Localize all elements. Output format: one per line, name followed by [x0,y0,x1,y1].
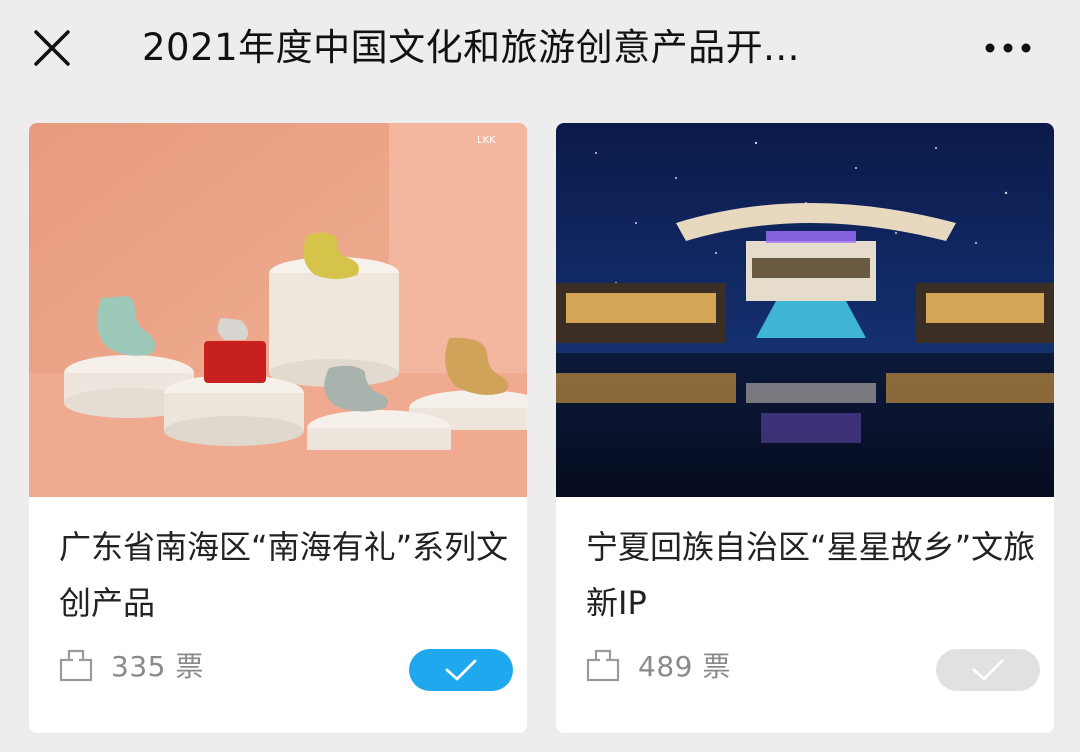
vote-count: 335 票 [111,650,204,683]
svg-text:LKK: LKK [477,135,496,146]
check-icon [445,659,477,681]
ballot-box-icon [586,649,620,682]
product-title: 宁夏回族自治区“星星故乡”文旅新IP [586,528,1036,622]
product-image [556,123,1054,497]
top-bar: 2021年度中国文化和旅游创意产品开... [0,0,1080,104]
ballot-box-icon [59,649,93,682]
vote-count: 489 票 [638,650,731,683]
product-title: 广东省南海区“南海有礼”系列文创产品 [59,528,509,622]
product-card[interactable]: LKK 广东省南海区“南海有礼”系列文创产品 335 票 [29,123,527,733]
more-icon[interactable] [980,28,1036,68]
vote-info: 335 票 [59,645,204,685]
check-icon [972,659,1004,681]
product-image: LKK [29,123,527,497]
vote-info: 489 票 [586,645,731,685]
close-icon[interactable] [28,24,76,72]
vote-button[interactable] [409,649,513,691]
page-title: 2021年度中国文化和旅游创意产品开... [142,26,800,69]
vote-button[interactable] [936,649,1040,691]
product-card[interactable]: 宁夏回族自治区“星星故乡”文旅新IP 489 票 [556,123,1054,733]
